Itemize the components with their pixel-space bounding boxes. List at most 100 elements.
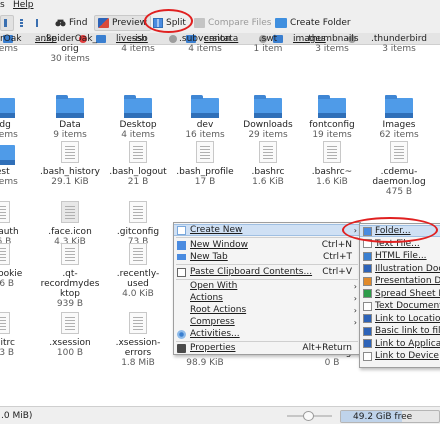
binoculars-icon (55, 19, 66, 27)
window-icon (177, 240, 186, 250)
status-text: .0 MiB) (1, 411, 33, 421)
file-icon (61, 141, 79, 163)
compare-icon (194, 18, 205, 28)
activities-icon (177, 329, 186, 339)
menu-properties[interactable]: Properties Alt+Return (174, 342, 360, 354)
file-name: .xsession- errors (115, 338, 161, 358)
file-icon (129, 312, 147, 334)
file-info: 1.8 MiB (121, 358, 155, 368)
file-info: 29 items (248, 130, 288, 140)
menu-open-with[interactable]: Open With › (174, 280, 360, 292)
file-info: 4 items (121, 44, 155, 54)
file-name: .ssh (129, 34, 147, 44)
submenu-item[interactable]: Presentation Doc (360, 275, 440, 287)
view-details-button[interactable] (17, 15, 29, 31)
file-info: 17 B (194, 177, 216, 187)
file-name: Images (382, 120, 416, 130)
submenu-item[interactable]: HTML File... (360, 250, 440, 262)
submenu-item[interactable]: Text Document... (360, 300, 440, 312)
submenu-item[interactable]: Basic link to file (360, 325, 440, 337)
find-button[interactable]: Find (52, 15, 90, 31)
free-space-indicator: 49.2 GiB free (340, 410, 440, 423)
compare-label: Compare Files (208, 18, 272, 28)
file-info: 0 items (0, 44, 18, 54)
file-info: 1 item (253, 44, 283, 54)
file-name: Downloads (243, 120, 293, 130)
file-info: 4 items (188, 44, 222, 54)
menu-new-window[interactable]: New Window Ctrl+N (174, 239, 360, 251)
separator (176, 237, 358, 238)
file-info: 3 items (315, 44, 349, 54)
file-info: 62 items (379, 130, 419, 140)
submenu-label: Basic link to file (375, 326, 440, 336)
submenu-label: Link to Location (375, 313, 440, 324)
file-icon (323, 141, 341, 163)
view-columns-button[interactable] (33, 15, 45, 31)
menu-root-actions[interactable]: Root Actions › (174, 304, 360, 316)
properties-icon (177, 343, 186, 353)
menu-item-partial[interactable]: s (0, 0, 5, 10)
new-folder-icon (275, 18, 287, 28)
file-name: fontconfig (309, 120, 355, 130)
menu-compress[interactable]: Compress › (174, 316, 360, 328)
submenu-item[interactable]: Link to Device (360, 350, 440, 362)
file-icon (0, 201, 10, 223)
file-icon (129, 141, 147, 163)
submenu-item[interactable]: Link to Location (360, 313, 440, 325)
file-info: 9 items (53, 130, 87, 140)
file-info: 2 items (0, 177, 18, 187)
file-type-icon (363, 276, 372, 286)
menu-actions[interactable]: Actions › (174, 292, 360, 304)
file-icon (0, 312, 10, 334)
file-icon (129, 243, 147, 265)
folder-icon (0, 145, 15, 165)
menu-create-new[interactable]: Create New › (174, 224, 360, 236)
file-name: .thumbnails (305, 34, 359, 44)
separator (176, 264, 358, 265)
file-name: .bash_history (40, 167, 100, 177)
file-icon (61, 243, 79, 265)
columns-icon (36, 19, 39, 27)
file-name: .cdemu- daemon.log (372, 167, 426, 187)
annotation-oval-split (144, 9, 193, 33)
file-name: .subversion (179, 34, 231, 44)
folder-icon (318, 95, 346, 118)
status-bar: .0 MiB) 49.2 GiB free (0, 406, 440, 424)
view-icons-button[interactable] (0, 15, 14, 31)
file-name: .face.icon (48, 227, 92, 237)
file-name: .gitconfig (116, 227, 160, 237)
file-info: 4.0 KiB (122, 289, 154, 299)
submenu-item[interactable]: Link to Applicatio (360, 338, 440, 350)
annotation-oval-folder (342, 217, 438, 243)
create-folder-button[interactable]: Create Folder (272, 15, 354, 31)
file-name: .bashrc (251, 167, 285, 177)
submenu-label: Link to Applicatio (375, 338, 440, 349)
file-name: .xdg (0, 120, 11, 130)
file-name: .swt (258, 34, 278, 44)
file-type-icon (363, 251, 372, 261)
find-label: Find (69, 18, 88, 28)
menu-activities[interactable]: Activities... (174, 328, 360, 340)
submenu-item[interactable]: Spread Sheet Do (360, 288, 440, 300)
preview-button[interactable]: Preview (94, 15, 152, 31)
menu-bar: s Help (0, 0, 440, 13)
menu-item-help[interactable]: Help (13, 0, 34, 10)
file-name: .thunderbird (371, 34, 427, 44)
file-name: .bashrc~ (311, 167, 353, 177)
file-info: 3 items (382, 44, 416, 54)
menu-new-tab[interactable]: New Tab Ctrl+T (174, 251, 360, 263)
folder-icon (124, 95, 152, 118)
folder-icon (254, 95, 282, 118)
compare-files-button[interactable]: Compare Files (191, 15, 274, 31)
submenu-item[interactable]: Illustration Docu (360, 263, 440, 275)
zoom-slider-handle[interactable] (303, 411, 314, 421)
context-menu: Create New › New Window Ctrl+N New Tab C… (173, 222, 361, 355)
file-info: 3 items (0, 130, 18, 140)
menu-paste[interactable]: Paste Clipboard Contents... Ctrl+V (174, 266, 360, 278)
file-name: .xsession (49, 338, 91, 348)
file-type-icon (363, 314, 372, 323)
file-name: dev (196, 120, 214, 130)
chevron-right-icon: › (353, 281, 357, 291)
file-icon (390, 141, 408, 163)
file-name: Desktop (119, 120, 157, 130)
